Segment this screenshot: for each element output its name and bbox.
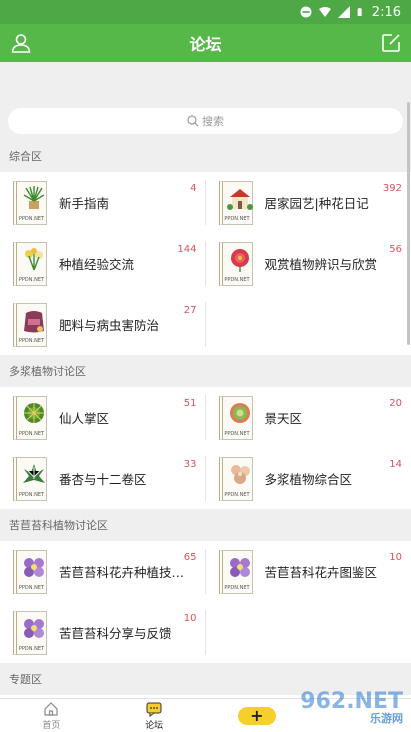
empty-cell — [206, 602, 411, 663]
section-grid: PPDN.NET 苦苣苔科花卉种植技术交流 65 PPDN.NET 苦苣苔科花卉图鉴区 1… — [0, 541, 411, 663]
fertilizer-bag-icon: PPDN.NET — [13, 302, 47, 347]
search-input[interactable]: 搜索 — [8, 108, 403, 134]
forum-board-item[interactable]: PPDN.NET 景天区 20 — [206, 387, 411, 448]
forum-sections: 综合区 PPDN.NET 新手指南 4 PPDN.NET 居家园艺|种花日记 392 PPDN… — [0, 140, 411, 698]
thumb-brand: PPDN.NET — [18, 645, 45, 652]
board-post-count: 10 — [389, 552, 402, 563]
board-name: 景天区 — [264, 411, 303, 426]
signal-icon — [337, 6, 350, 18]
board-post-count: 4 — [190, 183, 197, 194]
succulent-icon: PPDN.NET — [218, 456, 253, 501]
board-post-count: 51 — [183, 398, 197, 409]
forum-board-item[interactable]: PPDN.NET 种植经验交流 144 — [0, 233, 206, 294]
forum-board-item[interactable]: PPDN.NET 苦苣苔科花卉图鉴区 10 — [206, 541, 411, 602]
status-bar: 2:16 — [0, 0, 411, 24]
forum-board-item[interactable]: PPDN.NET 肥料与病虫害防治 27 — [0, 294, 206, 355]
forum-board-item[interactable]: PPDN.NET 多浆植物综合区 14 — [206, 448, 411, 509]
board-post-count: 65 — [183, 552, 197, 563]
forum-board-item[interactable]: PPDN.NET 新手指南 4 — [0, 172, 206, 233]
sedum-icon: PPDN.NET — [218, 395, 253, 440]
tab-home[interactable]: 首页 — [0, 701, 103, 731]
search-placeholder: 搜索 — [202, 115, 224, 128]
scrollbar[interactable] — [407, 102, 410, 345]
house-garden-icon: PPDN.NET — [218, 180, 253, 225]
thumb-brand: PPDN.NET — [18, 337, 45, 344]
board-name: 居家园艺|种花日记 — [264, 196, 369, 211]
thumb-brand: PPDN.NET — [224, 276, 250, 283]
thumb-brand: PPDN.NET — [224, 491, 250, 498]
user-profile-icon[interactable] — [10, 32, 32, 54]
section-grid: PPDN.NET 仙人掌区 51 PPDN.NET 景天区 20 PPDN.NET 番杏与十二… — [0, 387, 411, 509]
board-name: 种植经验交流 — [59, 257, 135, 272]
purple-flower-icon: PPDN.NET — [218, 549, 253, 594]
wifi-icon — [318, 7, 331, 17]
forum-board-item[interactable]: PPDN.NET 苦苣苔科分享与反馈 10 — [0, 602, 206, 663]
thumb-brand: PPDN.NET — [18, 430, 45, 437]
purple-flower-icon: PPDN.NET — [13, 610, 47, 655]
empty-cell — [206, 294, 411, 355]
board-name: 肥料与病虫害防治 — [59, 318, 160, 333]
board-name: 多浆植物综合区 — [264, 472, 353, 487]
board-name: 苦苣苔科花卉种植技术交流 — [59, 565, 194, 580]
board-name: 番杏与十二卷区 — [59, 472, 147, 487]
thumb-brand: PPDN.NET — [18, 215, 45, 222]
board-post-count: 144 — [177, 244, 197, 255]
section-title: 苦苣苔科植物讨论区 — [9, 519, 108, 532]
tab-home-label: 首页 — [42, 720, 61, 731]
forum-board-item[interactable]: PPDN.NET 苦苣苔科花卉种植技术交流 65 — [0, 541, 206, 602]
forum-list[interactable]: 搜索 综合区 PPDN.NET 新手指南 4 PPDN.NET 居家园艺|种花日记 392 P… — [0, 100, 411, 698]
forum-board-item[interactable]: PPDN.NET 番杏与十二卷区 33 — [0, 448, 206, 509]
forum-chat-icon — [146, 702, 162, 717]
page-title: 论坛 — [189, 35, 222, 54]
section-grid: PPDN.NET 新手指南 4 PPDN.NET 居家园艺|种花日记 392 PPDN.NE… — [0, 172, 411, 355]
board-name: 新手指南 — [59, 196, 110, 211]
haworthia-icon: PPDN.NET — [13, 456, 47, 501]
tab-forum-label: 论坛 — [145, 720, 164, 731]
thumb-brand: PPDN.NET — [18, 491, 45, 498]
watermark: 962.NET 乐游网 — [300, 689, 403, 726]
thumb-brand: PPDN.NET — [224, 215, 250, 222]
home-icon — [44, 701, 58, 716]
board-name: 苦苣苔科分享与反馈 — [59, 626, 172, 641]
forum-board-item[interactable]: PPDN.NET 观赏植物辨识与欣赏 56 — [206, 233, 411, 294]
red-flower-icon: PPDN.NET — [218, 241, 253, 286]
board-post-count: 10 — [183, 613, 197, 624]
plant-pot-icon: PPDN.NET — [13, 180, 47, 225]
flower-bunch-icon: PPDN.NET — [13, 241, 47, 286]
status-time: 2:16 — [371, 4, 401, 20]
board-name: 苦苣苔科花卉图鉴区 — [264, 565, 378, 580]
board-post-count: 20 — [389, 398, 402, 409]
search-icon — [187, 115, 199, 127]
thumb-brand: PPDN.NET — [18, 584, 45, 591]
thumb-brand: PPDN.NET — [18, 276, 45, 283]
section-title: 多浆植物讨论区 — [9, 365, 86, 378]
section-title: 综合区 — [9, 150, 42, 163]
thumb-brand: PPDN.NET — [224, 584, 250, 591]
forum-board-item[interactable]: PPDN.NET 仙人掌区 51 — [0, 387, 206, 448]
board-post-count: 33 — [183, 459, 197, 470]
purple-flower-icon: PPDN.NET — [13, 549, 47, 594]
board-name: 仙人掌区 — [59, 411, 110, 426]
tab-forum[interactable]: 论坛 — [103, 701, 206, 731]
app-bar: 论坛 — [0, 24, 411, 62]
board-name: 观赏植物辨识与欣赏 — [264, 257, 378, 272]
board-post-count: 392 — [382, 183, 402, 194]
cactus-icon: PPDN.NET — [13, 395, 47, 440]
forum-board-item[interactable]: PPDN.NET 居家园艺|种花日记 392 — [206, 172, 411, 233]
do-not-disturb-icon — [300, 6, 312, 18]
add-post-button[interactable]: + — [237, 706, 276, 725]
battery-icon — [357, 8, 362, 16]
compose-icon[interactable] — [380, 32, 402, 54]
thumb-brand: PPDN.NET — [224, 430, 250, 437]
board-post-count: 56 — [389, 244, 402, 255]
board-post-count: 14 — [389, 459, 402, 470]
board-post-count: 27 — [183, 305, 197, 316]
tab-post[interactable]: + — [206, 706, 309, 725]
